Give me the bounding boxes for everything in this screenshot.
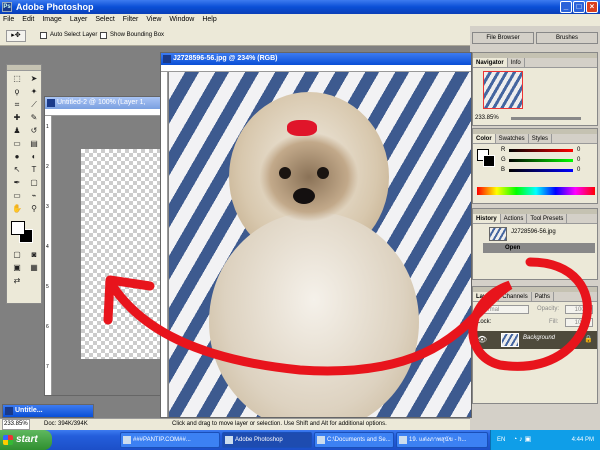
language-indicator[interactable]: EN [497,430,505,450]
taskbar-item[interactable]: Adobe Photoshop [222,432,312,448]
browser-icon [123,436,131,444]
system-tray: EN ◔ ♪ ▣ 4:44 PM [490,430,600,450]
taskbar: start ###PANTIP.COM##... Adobe Photoshop… [0,430,600,450]
start-button[interactable]: start [0,430,52,450]
status-zoom-input[interactable]: 233.85% [2,419,30,430]
status-doc-size[interactable]: Doc: 394K/394K [44,419,88,430]
folder-icon [317,436,325,444]
status-hint: Click and drag to move layer or selectio… [172,421,387,427]
taskbar-item[interactable]: C:\Documents and Se... [314,432,394,448]
status-bar: 233.85% Doc: 394K/394K Click and drag to… [0,418,470,430]
taskbar-item[interactable]: 19. แต่งภาพสุนัข - h... [396,432,488,448]
clock[interactable]: 4:44 PM [572,430,594,450]
tray-icons[interactable]: ◔ ♪ ▣ [513,430,531,450]
taskbar-item[interactable]: ###PANTIP.COM##... [120,432,220,448]
red-annotation-arrow [103,257,592,376]
browser-icon [399,436,407,444]
windows-logo-icon [3,435,13,445]
photoshop-icon [225,436,233,444]
